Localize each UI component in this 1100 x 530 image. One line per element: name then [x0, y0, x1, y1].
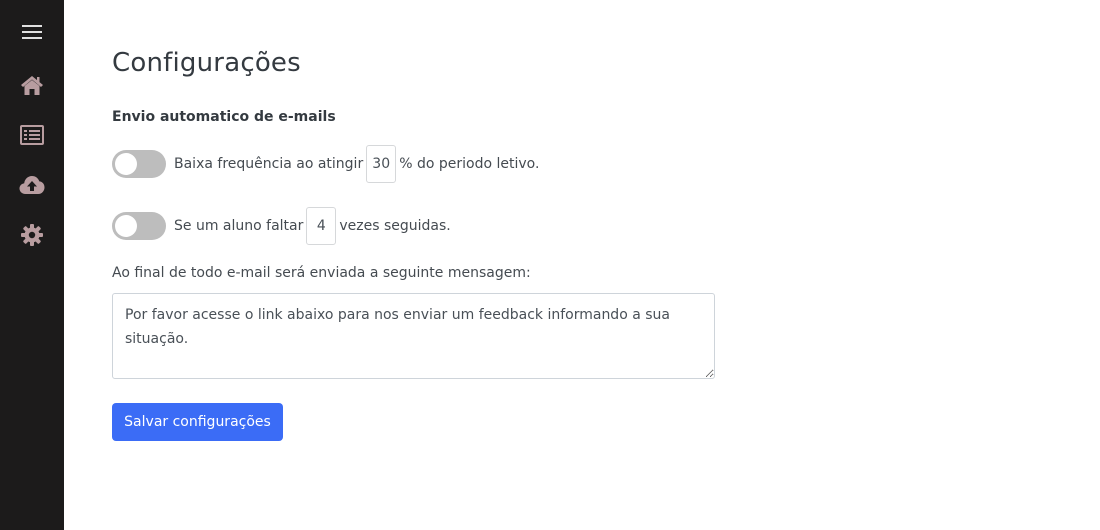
cloud-upload-icon[interactable] — [19, 172, 45, 198]
menu-icon[interactable] — [19, 19, 45, 45]
toggle-knob — [115, 215, 137, 237]
absences-text-before: Se um aluno faltar — [174, 218, 304, 234]
low-frequency-text-before: Baixa frequência ao atingir — [174, 156, 364, 172]
absences-text-after: vezes seguidas. — [339, 218, 451, 234]
absences-rule: Se um aluno faltar vezes seguidas. — [112, 207, 451, 245]
absences-toggle[interactable] — [112, 212, 166, 240]
absences-count-input[interactable] — [306, 207, 337, 245]
low-frequency-rule: Baixa frequência ao atingir % do periodo… — [112, 145, 539, 183]
gear-icon[interactable] — [19, 222, 45, 248]
low-frequency-toggle[interactable] — [112, 150, 166, 178]
toggle-knob — [115, 153, 137, 175]
section-title: Envio automatico de e-mails — [112, 109, 336, 125]
low-frequency-text-after: % do periodo letivo. — [399, 156, 540, 172]
list-icon[interactable] — [19, 122, 45, 148]
low-frequency-percent-input[interactable] — [366, 145, 397, 183]
message-label: Ao final de todo e-mail será enviada a s… — [112, 265, 531, 281]
save-settings-button[interactable]: Salvar configurações — [112, 403, 283, 441]
message-textarea[interactable]: Por favor acesse o link abaixo para nos … — [112, 293, 715, 379]
home-icon[interactable] — [19, 72, 45, 98]
sidebar — [0, 0, 64, 530]
page-title: Configurações — [112, 48, 301, 78]
main-content: Configurações Envio automatico de e-mail… — [112, 0, 1100, 530]
